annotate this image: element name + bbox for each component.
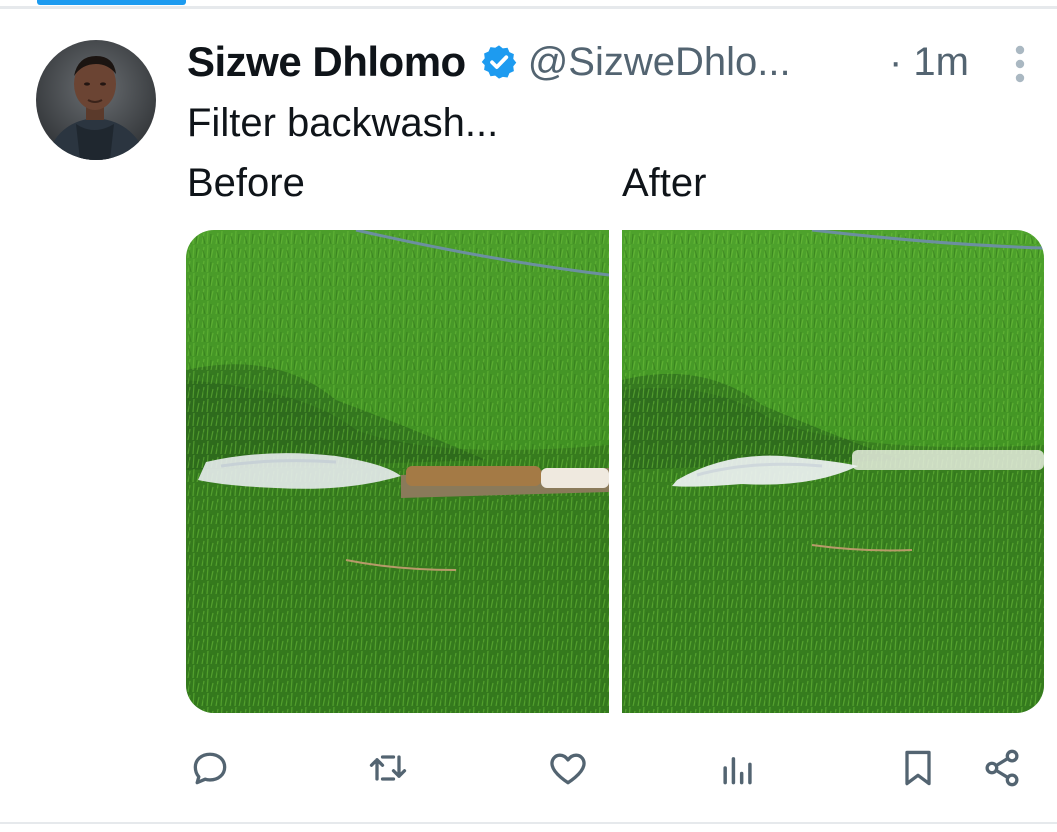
like-icon[interactable] bbox=[546, 746, 590, 790]
author-handle[interactable]: @SizweDhlo... bbox=[528, 40, 791, 85]
author-name[interactable]: Sizwe Dhlomo bbox=[187, 38, 466, 86]
media-grid bbox=[186, 230, 1044, 713]
post-header: Sizwe Dhlomo @SizweDhlo... bbox=[187, 36, 791, 88]
after-photo[interactable] bbox=[622, 230, 1044, 713]
top-divider bbox=[0, 6, 1057, 9]
before-photo[interactable] bbox=[186, 230, 610, 713]
after-label: After bbox=[622, 161, 707, 205]
reply-icon[interactable] bbox=[188, 746, 232, 790]
bottom-divider bbox=[0, 822, 1057, 824]
active-tab-indicator bbox=[37, 0, 186, 5]
share-icon[interactable] bbox=[980, 746, 1024, 790]
before-label: Before bbox=[187, 161, 305, 205]
timestamp[interactable]: · 1m bbox=[889, 36, 969, 88]
repost-icon[interactable] bbox=[366, 746, 410, 790]
post-text: Filter backwash... bbox=[187, 101, 499, 145]
more-vertical-icon[interactable] bbox=[1005, 44, 1035, 84]
verified-badge-icon bbox=[480, 43, 518, 81]
action-bar bbox=[0, 740, 1057, 800]
views-icon[interactable] bbox=[716, 746, 760, 790]
avatar[interactable] bbox=[36, 40, 156, 160]
bookmark-icon[interactable] bbox=[896, 746, 940, 790]
